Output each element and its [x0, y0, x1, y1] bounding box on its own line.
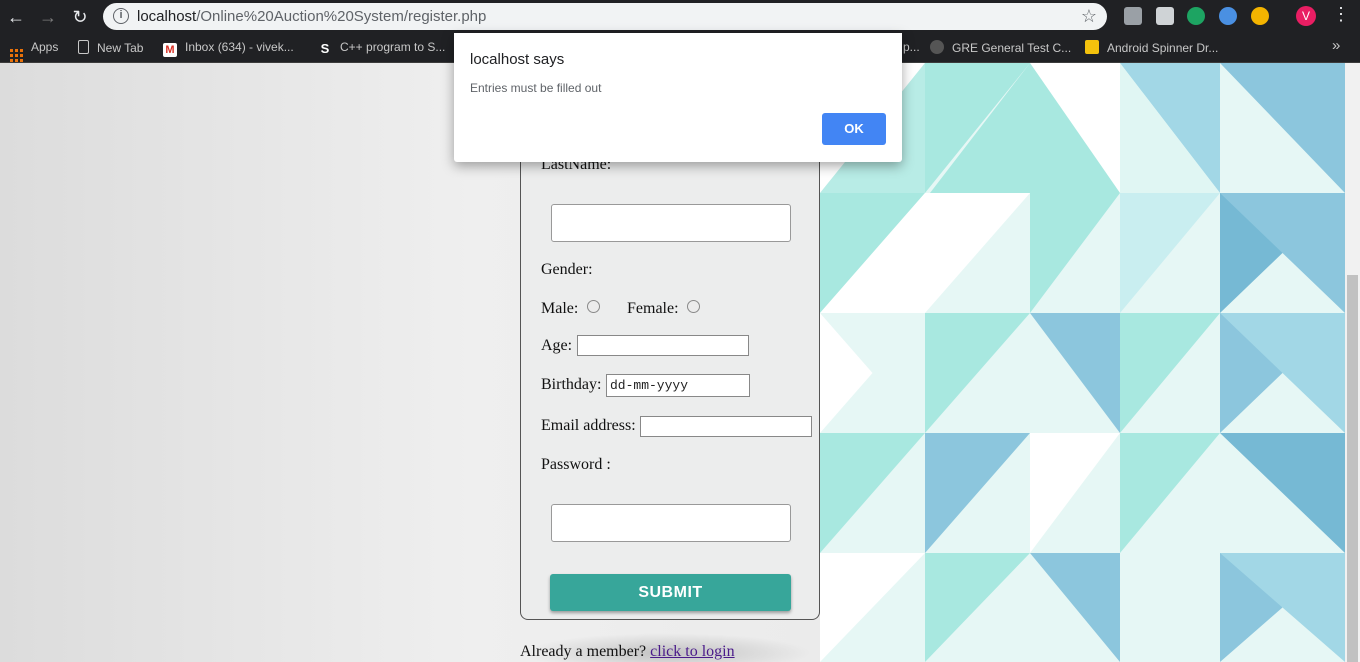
male-label: Male:: [541, 300, 579, 317]
extension-grammar-icon[interactable]: [1187, 7, 1205, 25]
birthday-input[interactable]: dd-mm-yyyy: [606, 374, 750, 397]
male-radio[interactable]: [587, 300, 600, 313]
age-input[interactable]: [577, 335, 749, 356]
bookmark-star-icon[interactable]: ☆: [1081, 6, 1097, 27]
profile-avatar[interactable]: V: [1296, 6, 1316, 26]
reload-icon[interactable]: ↻: [68, 5, 92, 29]
password-input[interactable]: [551, 504, 791, 542]
submit-button[interactable]: SUBMIT: [550, 574, 791, 611]
email-input[interactable]: [640, 416, 812, 437]
extension-docs-icon[interactable]: [1124, 7, 1142, 25]
dialog-title: localhost says: [470, 51, 565, 68]
already-member-text: Already a member? click to login: [520, 643, 735, 661]
gmail-icon: M: [163, 43, 177, 57]
login-link[interactable]: click to login: [650, 643, 734, 660]
birthday-label: Birthday:: [541, 376, 602, 393]
female-radio[interactable]: [687, 300, 700, 313]
more-bookmarks-chevron-icon[interactable]: »: [1332, 37, 1340, 54]
extension-owl-icon[interactable]: [1251, 7, 1269, 25]
scrollbar-thumb[interactable]: [1347, 275, 1358, 662]
bookmark-gre[interactable]: GRE General Test C...: [930, 40, 1071, 55]
extension-sync-icon[interactable]: [1219, 7, 1237, 25]
apps-grid-icon: [10, 49, 23, 62]
address-bar[interactable]: i localhost/Online%20Auction%20System/re…: [103, 3, 1107, 30]
gender-label: Gender:: [541, 261, 593, 278]
lastname-input[interactable]: [551, 204, 791, 242]
forward-arrow-icon[interactable]: →: [36, 5, 60, 29]
dialog-message: Entries must be filled out: [470, 81, 602, 95]
yellow-bookmark-icon: [1085, 40, 1099, 54]
registration-form: LastName: Gender: Male: Female: Age: Bir…: [520, 103, 820, 620]
extension-qr-icon[interactable]: [1156, 7, 1174, 25]
bookmark-new-tab[interactable]: New Tab: [78, 40, 143, 55]
s-logo-icon: S: [320, 41, 330, 56]
bookmark-cpp[interactable]: S C++ program to S...: [318, 40, 446, 56]
menu-kebab-icon[interactable]: ⋮: [1332, 4, 1350, 25]
age-label: Age:: [541, 337, 573, 354]
info-icon[interactable]: i: [113, 8, 129, 24]
back-arrow-icon[interactable]: ←: [4, 5, 28, 29]
page-scrollbar[interactable]: [1345, 63, 1360, 662]
already-member-label: Already a member?: [520, 643, 647, 660]
dialog-ok-button[interactable]: OK: [822, 113, 886, 145]
bookmark-android-spinner[interactable]: Android Spinner Dr...: [1085, 40, 1218, 55]
browser-toolbar: ← → ↻ i localhost/Online%20Auction%20Sys…: [0, 0, 1360, 33]
bookmark-inbox[interactable]: M Inbox (634) - vivek...: [163, 40, 294, 57]
female-label: Female:: [627, 300, 679, 317]
bookmark-apps[interactable]: Apps: [10, 40, 58, 62]
ets-icon: [930, 40, 944, 54]
bookmark-partial[interactable]: p...: [903, 40, 920, 54]
url-text: localhost/Online%20Auction%20System/regi…: [137, 8, 487, 25]
email-label: Email address:: [541, 417, 636, 434]
password-label: Password :: [541, 456, 611, 473]
alert-dialog: localhost says Entries must be filled ou…: [454, 33, 902, 162]
page-icon: [78, 40, 89, 54]
